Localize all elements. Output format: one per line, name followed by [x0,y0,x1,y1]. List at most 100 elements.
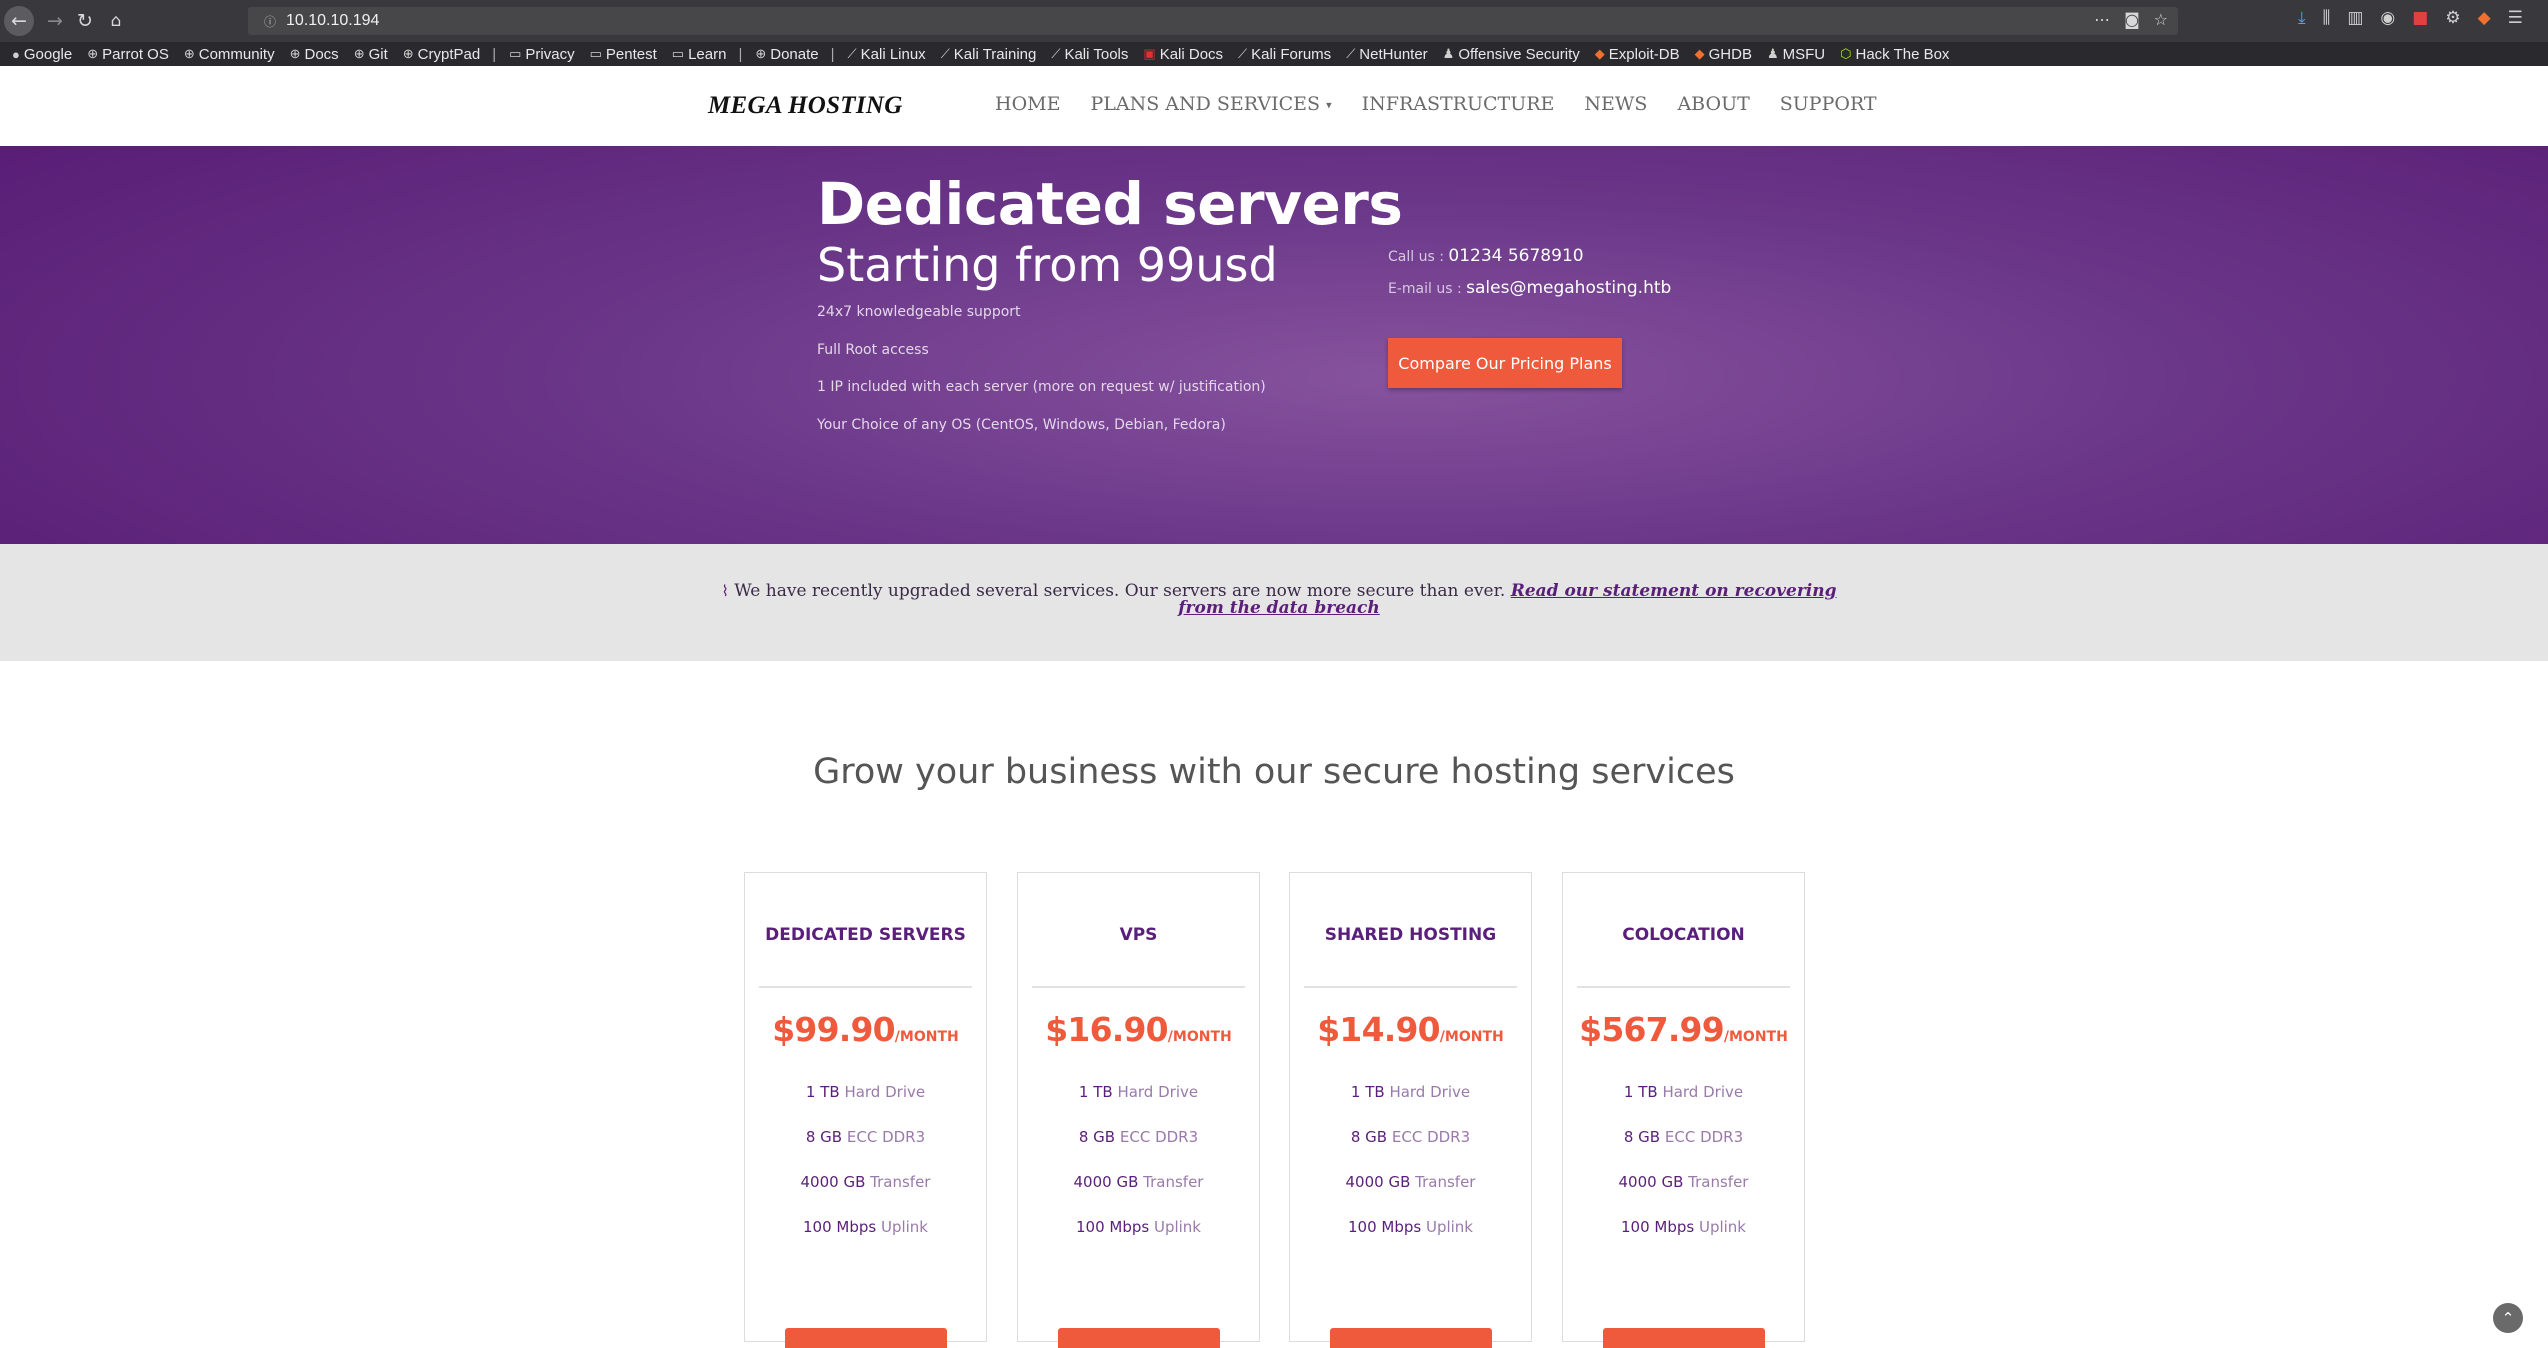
plan-name: COLOCATION [1622,925,1745,945]
bookmark-folder[interactable]: ▭ Pentest [590,46,657,63]
spec-value: 1 TB [1350,1083,1385,1101]
price-amount: $567.99 [1579,1010,1725,1049]
spec-value: 100 Mbps [1347,1218,1422,1236]
plans-heading: Grow your business with our secure hosti… [813,752,1735,792]
notice-text: ⌇ We have recently upgraded several serv… [704,583,1854,617]
url-text[interactable]: 10.10.10.194 [286,12,379,30]
bookmark-item[interactable]: ⊕ Parrot OS [87,46,169,63]
bookmark-star-icon[interactable]: ☆ [2154,10,2168,29]
account-icon[interactable]: ◉ [2380,8,2395,28]
folder-icon: ▭ [671,46,685,61]
msfu-icon: ♟ [1766,46,1779,61]
exploit-db-icon: ◆ [1594,46,1605,61]
bookmark-item[interactable]: ⊕ Donate [755,46,818,63]
pocket-icon[interactable]: ◙ [2124,10,2140,29]
compare-plans-button[interactable]: Compare Our Pricing Plans [1388,338,1622,388]
bookmark-item[interactable]: ♟ Offensive Security [1443,46,1580,63]
bookmark-item[interactable]: ⟋ Kali Forums [1238,46,1331,63]
plan-price: $14.90/MONTH [1290,1010,1531,1049]
reload-icon[interactable]: ↻ [70,6,100,36]
bookmark-item[interactable]: ⊕ Community [184,46,275,63]
site-logo[interactable]: MEGA HOSTING [708,92,903,120]
sidebar-icon[interactable]: ▥ [2347,8,2363,28]
extension-fox-icon[interactable]: ◆ [2478,8,2491,28]
bookmark-item[interactable]: ⟋ Kali Training [941,46,1037,63]
extension-gear-icon[interactable]: ⚙ [2445,8,2460,28]
globe-icon: ⊕ [183,46,195,61]
bookmark-item[interactable]: ⟋ Kali Linux [848,46,926,63]
spec-value: 8 GB [1623,1128,1661,1146]
bookmark-item[interactable]: ◆ GHDB [1695,46,1752,63]
scroll-to-top-icon[interactable]: ⌃ [2493,1303,2523,1333]
kali-dragon-icon: ⟋ [1051,46,1061,61]
library-icon[interactable]: ⫼ [2323,8,2331,28]
bookmark-item[interactable]: ♟ MSFU [1767,46,1825,63]
page-actions-icon[interactable]: ⋯ [2094,10,2110,29]
price-period: /MONTH [1439,1029,1504,1045]
plan-card-colocation: COLOCATION $567.99/MONTH 1 TB Hard Drive… [1562,872,1805,1348]
menu-item-infrastructure[interactable]: INFRASTRUCTURE [1362,93,1555,115]
bookmark-folder[interactable]: ▭ Learn [672,46,727,63]
bookmark-item[interactable]: ⟋ NetHunter [1346,46,1427,63]
bookmark-item[interactable]: ⬡ Hack The Box [1840,46,1949,63]
spec-value: 8 GB [1350,1128,1388,1146]
spec-label: Hard Drive [1389,1083,1471,1101]
bookmark-item[interactable]: ⊕ CryptPad [403,46,480,63]
forward-arrow-icon[interactable]: → [40,6,70,36]
kali-dragon-icon: ⟋ [1346,46,1356,61]
spec-label: Uplink [880,1218,928,1236]
plan-card-vps: VPS $16.90/MONTH 1 TB Hard Drive 8 GB EC… [1017,872,1260,1348]
bookmark-item[interactable]: ● Google [12,46,72,63]
menu-hamburger-icon[interactable]: ☰ [2508,8,2523,28]
bookmark-item[interactable]: ⊕ Git [354,46,388,63]
plan-name: SHARED HOSTING [1324,925,1497,945]
contact-phone: Call us : 01234 5678910 [1388,246,1584,266]
bookmark-folder[interactable]: ▭ Privacy [509,46,574,63]
bookmark-item[interactable]: ▣ Kali Docs [1143,46,1223,63]
price-period: /MONTH [1723,1029,1788,1045]
plan-order-button[interactable] [1058,1328,1220,1348]
address-bar[interactable]: ⓘ 10.10.10.194 ⋯ ◙ ☆ [248,7,2178,35]
bookmark-item[interactable]: ◆ Exploit-DB [1595,46,1680,63]
home-icon[interactable]: ⌂ [101,6,131,36]
menu-item-plans[interactable]: PLANS AND SERVICES ▾ [1090,93,1331,115]
site-info-icon[interactable]: ⓘ [264,13,276,30]
email-label: E-mail us : [1388,281,1462,297]
downloads-icon[interactable]: ⤓ [2298,8,2306,28]
plan-order-button[interactable] [785,1328,947,1348]
menu-item-support[interactable]: SUPPORT [1780,93,1877,115]
rss-icon: ⌇ [721,582,729,600]
spec-label: Uplink [1698,1218,1746,1236]
plan-price: $16.90/MONTH [1018,1010,1259,1049]
bookmark-item[interactable]: ⟋ Kali Tools [1051,46,1128,63]
spec-transfer: 4000 GB Transfer [1018,1173,1259,1191]
hero-feature: Your Choice of any OS (CentOS, Windows, … [817,417,1226,433]
extension-red-icon[interactable]: ■ [2412,8,2428,28]
bookmark-separator: | [738,45,743,63]
spec-value: 1 TB [1078,1083,1113,1101]
spec-label: Transfer [1143,1173,1204,1191]
spec-label: ECC DDR3 [1391,1128,1471,1146]
spec-label: ECC DDR3 [846,1128,926,1146]
spec-storage: 1 TB Hard Drive [1563,1083,1804,1101]
spec-label: Transfer [1688,1173,1749,1191]
menu-item-news[interactable]: NEWS [1584,93,1647,115]
globe-icon: ⊕ [289,46,301,61]
htb-cube-icon: ⬡ [1840,46,1852,61]
email-address[interactable]: sales@megahosting.htb [1466,278,1671,298]
spec-transfer: 4000 GB Transfer [1563,1173,1804,1191]
plan-order-button[interactable] [1330,1328,1492,1348]
caret-down-icon: ▾ [1326,98,1332,112]
plan-order-button[interactable] [1603,1328,1765,1348]
menu-item-about[interactable]: ABOUT [1677,93,1749,115]
spec-transfer: 4000 GB Transfer [1290,1173,1531,1191]
spec-value: 4000 GB [1345,1173,1411,1191]
bookmark-item[interactable]: ⊕ Docs [290,46,339,63]
spec-label: Uplink [1425,1218,1473,1236]
bookmark-separator: | [830,45,835,63]
spec-transfer: 4000 GB Transfer [745,1173,986,1191]
plan-name: DEDICATED SERVERS [765,925,966,945]
back-arrow-icon[interactable]: ← [4,6,34,36]
spec-value: 4000 GB [1073,1173,1139,1191]
menu-item-home[interactable]: HOME [995,93,1060,115]
